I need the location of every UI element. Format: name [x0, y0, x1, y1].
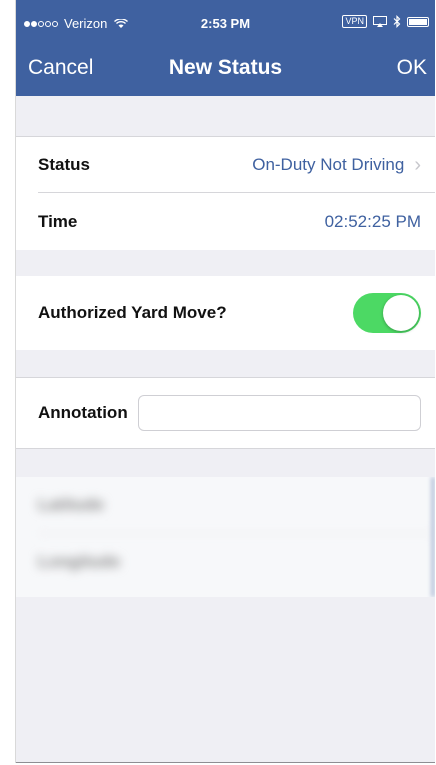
- status-value: On-Duty Not Driving: [252, 154, 405, 174]
- blurred-location-section: Latitude Longitude: [16, 477, 435, 597]
- yard-move-toggle[interactable]: [353, 293, 421, 333]
- annotation-section: Annotation: [16, 377, 435, 449]
- toggle-knob: [383, 295, 419, 331]
- status-label: Status: [38, 154, 90, 174]
- vpn-badge: VPN: [342, 15, 367, 28]
- chevron-right-icon: ›: [414, 153, 421, 176]
- annotation-label: Annotation: [38, 403, 128, 422]
- blurred-row: Latitude: [16, 477, 435, 533]
- top-bar: Verizon 2:53 PM VPN Cancel New Status OK: [16, 0, 435, 96]
- nav-bar: Cancel New Status OK: [16, 44, 435, 96]
- bluetooth-icon: [393, 15, 401, 28]
- phone-screen: Verizon 2:53 PM VPN Cancel New Status OK…: [15, 0, 435, 763]
- battery-icon: [407, 16, 429, 27]
- yard-move-row: Authorized Yard Move?: [16, 276, 435, 350]
- ok-button[interactable]: OK: [397, 56, 427, 80]
- status-right: VPN: [342, 15, 429, 28]
- annotation-input[interactable]: [137, 395, 421, 431]
- status-time-section: Status On-Duty Not Driving › Time 02:52:…: [16, 136, 435, 250]
- time-label: Time: [38, 211, 78, 231]
- yard-move-label: Authorized Yard Move?: [38, 303, 227, 322]
- blurred-label-1: Latitude: [38, 495, 105, 514]
- annotation-row: Annotation: [16, 377, 435, 449]
- bottom-divider: [16, 762, 435, 763]
- cancel-button[interactable]: Cancel: [28, 56, 93, 80]
- status-bar: Verizon 2:53 PM VPN: [16, 0, 435, 44]
- blurred-row: Longitude: [16, 534, 435, 590]
- time-value[interactable]: 02:52:25 PM: [325, 212, 421, 232]
- time-row[interactable]: Time 02:52:25 PM: [16, 193, 435, 250]
- status-row[interactable]: Status On-Duty Not Driving ›: [16, 136, 435, 193]
- yard-move-section: Authorized Yard Move?: [16, 276, 435, 350]
- airplay-icon: [373, 16, 387, 27]
- blurred-edge: [431, 477, 435, 597]
- blurred-label-2: Longitude: [38, 552, 121, 571]
